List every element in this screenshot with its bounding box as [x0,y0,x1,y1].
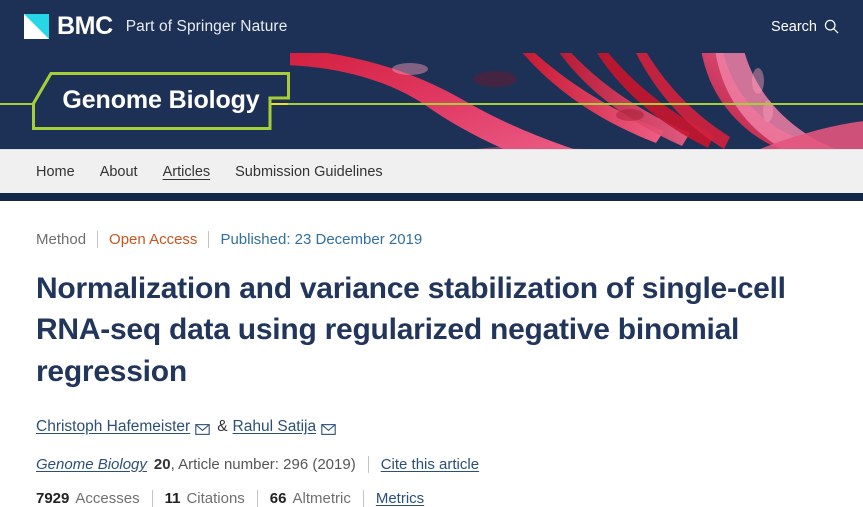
altmetric-count: 66 [269,490,287,507]
brand-header-bar: BMC Part of Springer Nature Search [0,0,863,53]
article-header: Method Open Access Published: 23 Decembe… [0,201,863,507]
bmc-logo-icon [24,14,49,39]
open-access-badge: Open Access [109,231,198,248]
bmc-wordmark: BMC [57,12,113,40]
bmc-home-link[interactable]: BMC [24,14,113,39]
search-label: Search [771,18,817,35]
author-conjunction: & [217,418,228,436]
search-button[interactable]: Search [771,19,839,35]
article-meta-line: Method Open Access Published: 23 Decembe… [36,231,827,248]
metrics-divider [362,490,364,507]
search-icon[interactable] [824,19,839,34]
citation-divider [367,456,369,474]
envelope-icon[interactable] [195,422,210,435]
accesses-label: Accesses [75,490,140,507]
meta-divider [208,231,210,248]
published-date: Published: 23 December 2019 [220,231,423,248]
brand-identity: BMC Part of Springer Nature [24,14,287,39]
journal-title: Genome Biology [62,85,260,114]
author-link-1[interactable]: Christoph Hafemeister [36,418,190,436]
nav-item-submission-guidelines[interactable]: Submission Guidelines [235,164,383,180]
metrics-link[interactable]: Metrics [376,490,424,507]
journal-banner: Genome Biology [0,53,863,149]
citation-line: Genome Biology 20 , Article number: 296 … [36,456,827,474]
nav-item-home[interactable]: Home [36,164,75,180]
journal-name-link[interactable]: Genome Biology [36,456,147,473]
metrics-line: 7929 Accesses 11 Citations 66 Altmetric … [36,490,827,507]
banner-connector-left [0,103,34,105]
nav-accent-underbar [0,193,863,201]
citations-count: 11 [164,490,181,507]
authors-line: Christoph Hafemeister & Rahul Satija [36,418,827,436]
cite-this-article-link[interactable]: Cite this article [381,456,479,473]
metrics-divider [256,490,258,507]
altmetric-label: Altmetric [292,490,351,507]
journal-navigation: Home About Articles Submission Guideline… [0,149,863,193]
citations-label: Citations [186,490,245,507]
dna-helix-artwork [290,53,863,149]
nav-item-about[interactable]: About [100,164,138,180]
banner-connector-right [288,103,863,105]
article-type-label: Method [36,231,87,248]
meta-divider [97,231,99,248]
metrics-divider [151,490,153,507]
author-link-2[interactable]: Rahul Satija [233,418,317,436]
nav-item-articles[interactable]: Articles [163,164,211,180]
volume-number: 20 [153,456,171,474]
article-number: , Article number: 296 (2019) [170,456,356,474]
springer-nature-tagline: Part of Springer Nature [125,17,288,35]
journal-title-frame[interactable]: Genome Biology [32,72,290,130]
envelope-icon[interactable] [321,422,336,435]
page-title: Normalization and variance stabilization… [36,272,786,388]
accesses-count: 7929 [36,490,70,507]
